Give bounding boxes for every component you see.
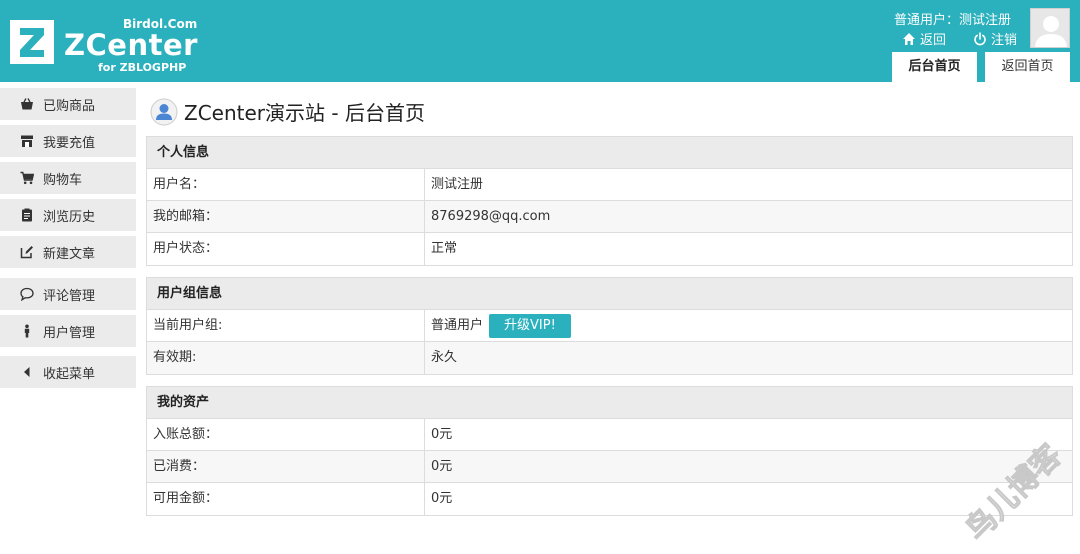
cart-icon: [20, 171, 34, 185]
sidebar-item-comments[interactable]: 评论管理: [0, 278, 136, 310]
row-label: 可用金额：: [147, 483, 425, 515]
home-icon: [903, 32, 915, 45]
user-icon: [24, 324, 30, 338]
sidebar-item-label: 用户管理: [43, 325, 96, 341]
sidebar-item-recharge[interactable]: 我要充值: [0, 125, 136, 157]
watermark: 鸟儿博客: [960, 438, 1069, 549]
store-icon: [21, 135, 33, 147]
sidebar-item-new-article[interactable]: 新建文章: [0, 236, 136, 268]
clipboard-icon: [22, 208, 32, 222]
upgrade-vip-button[interactable]: 升级VIP!: [489, 313, 571, 338]
row-label: 有效期:: [147, 342, 425, 374]
panel-heading: 用户组信息: [147, 278, 1072, 310]
sidebar-item-label: 评论管理: [43, 288, 96, 304]
user-avatar[interactable]: [1030, 8, 1070, 48]
edit-icon: [20, 246, 33, 259]
sidebar-item-cart[interactable]: 购物车: [0, 162, 136, 194]
table-row: 我的邮箱： 8769298@qq.com: [147, 201, 1072, 233]
row-label: 用户名：: [147, 169, 425, 200]
table-row: 用户状态： 正常: [147, 233, 1072, 265]
row-label: 入账总额：: [147, 419, 425, 450]
row-label: 用户状态：: [147, 233, 425, 265]
sidebar-item-label: 浏览历史: [43, 209, 96, 225]
row-label: 当前用户组:: [147, 310, 425, 341]
panel-heading: 个人信息: [147, 137, 1072, 169]
user-profile-icon: [150, 98, 178, 125]
sidebar-item-collapse[interactable]: 收起菜单: [0, 356, 136, 388]
row-value: 永久: [431, 350, 458, 365]
personal-info-panel: 个人信息 用户名： 测试注册 我的邮箱： 8769298@qq.com 用户状态…: [146, 136, 1073, 266]
logout-link-label: 注销: [991, 33, 1018, 48]
comment-icon: [20, 287, 34, 301]
row-value: 测试注册: [431, 176, 484, 192]
group-value: 普通用户: [431, 317, 484, 333]
table-row: 用户名： 测试注册: [147, 169, 1072, 201]
row-label: 已消费：: [147, 451, 425, 482]
panel-heading: 我的资产: [147, 387, 1072, 419]
tab-admin-home[interactable]: 后台首页: [892, 52, 977, 82]
user-group-panel: 用户组信息 当前用户组: 普通用户 升级VIP! 有效期: 永久: [146, 277, 1073, 375]
sidebar-item-label: 收起菜单: [43, 366, 96, 382]
table-row: 入账总额： 0元: [147, 419, 1072, 451]
logo-sub-text: for ZBLOGPHP: [98, 61, 187, 74]
zcenter-logo[interactable]: Birdol.Com ZCenter for ZBLOGPHP: [10, 14, 210, 76]
watermark-text: 鸟儿博客: [960, 438, 1069, 548]
sidebar-item-history[interactable]: 浏览历史: [0, 199, 136, 231]
sidebar-item-purchased[interactable]: 已购商品: [0, 88, 136, 120]
current-user-text: 普通用户：测试注册: [894, 13, 1012, 28]
table-row: 可用金额： 0元: [147, 483, 1072, 515]
table-row: 有效期: 永久: [147, 342, 1072, 374]
tab-return-home[interactable]: 返回首页: [985, 52, 1070, 82]
row-value: 8769298@qq.com: [431, 208, 551, 224]
page-title-text: ZCenter演示站 - 后台首页: [184, 101, 425, 125]
basket-icon: [21, 98, 33, 110]
logo-brand-text: ZCenter: [64, 28, 198, 62]
caret-left-icon: [24, 367, 30, 377]
page-title: ZCenter演示站 - 后台首页: [150, 97, 425, 126]
top-header: Birdol.Com ZCenter for ZBLOGPHP 普通用户：测试注…: [0, 0, 1080, 82]
sidebar-item-label: 已购商品: [43, 98, 96, 114]
sidebar-item-label: 新建文章: [43, 246, 96, 262]
power-icon: [974, 31, 986, 45]
sidebar-item-label: 我要充值: [43, 135, 96, 151]
back-link[interactable]: 返回: [902, 29, 946, 48]
row-value: 正常: [431, 241, 458, 256]
table-row: 已消费： 0元: [147, 451, 1072, 483]
row-value: 普通用户 升级VIP!: [425, 310, 1072, 341]
assets-panel: 我的资产 入账总额： 0元 已消费： 0元 可用金额： 0元: [146, 386, 1073, 516]
logo-z-mark: [10, 20, 54, 64]
sidebar-item-label: 购物车: [43, 172, 83, 188]
row-label: 我的邮箱：: [147, 201, 425, 232]
logout-link[interactable]: 注销: [973, 29, 1017, 48]
table-row: 当前用户组: 普通用户 升级VIP!: [147, 310, 1072, 342]
back-link-label: 返回: [920, 33, 947, 48]
sidebar-item-users[interactable]: 用户管理: [0, 315, 136, 347]
